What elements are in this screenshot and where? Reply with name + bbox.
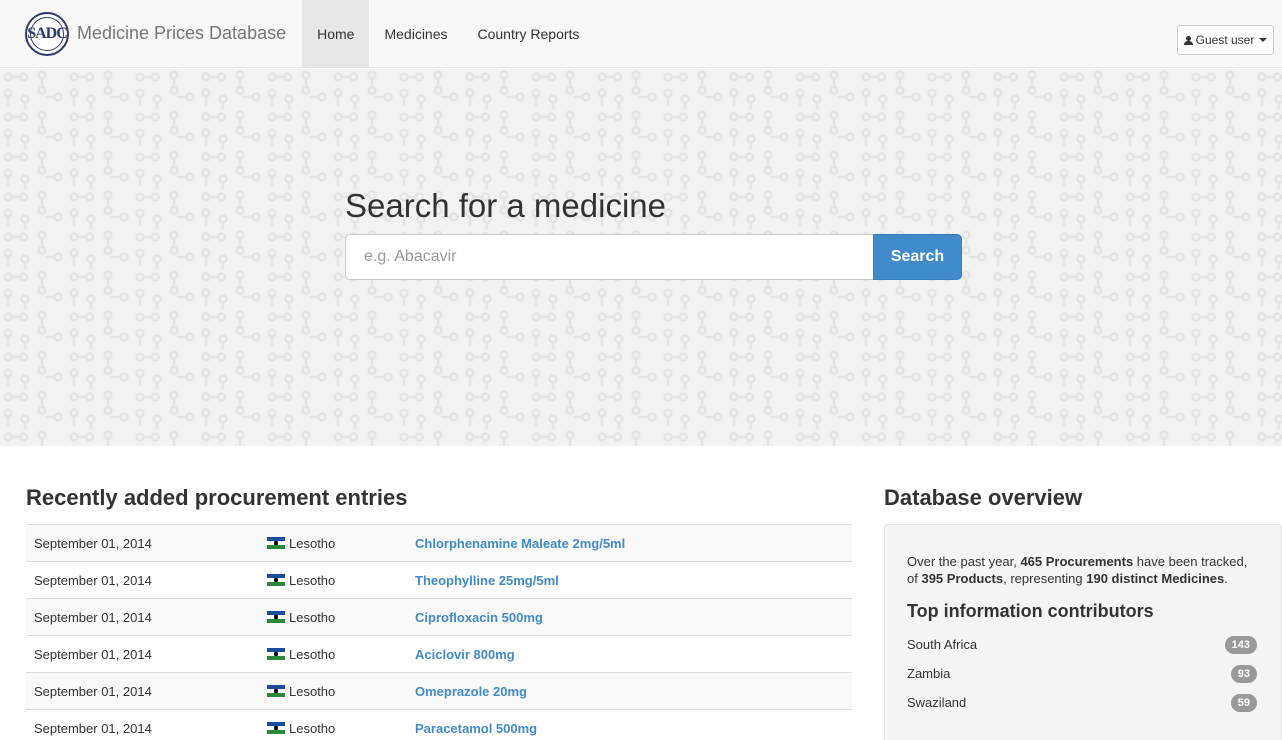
- brand-link[interactable]: SADC Medicine Prices Database: [0, 0, 302, 68]
- overview-title: Database overview: [884, 485, 1083, 510]
- entry-medicine-link[interactable]: Chlorphenamine Maleate 2mg/5ml: [407, 524, 852, 562]
- lesotho-flag-icon: [267, 721, 285, 734]
- country-name: Lesotho: [289, 646, 336, 662]
- country-name: Lesotho: [289, 720, 336, 736]
- country-name: Lesotho: [289, 683, 336, 699]
- entry-date: September 01, 2014: [26, 635, 259, 673]
- medicine-search-input[interactable]: [345, 234, 873, 280]
- entry-country: Lesotho: [259, 598, 407, 636]
- medicine-count: 190 distinct Medicines: [1086, 571, 1225, 586]
- country-name: Lesotho: [289, 609, 336, 625]
- entry-medicine-link[interactable]: Aciclovir 800mg: [407, 635, 852, 673]
- overview-summary: Over the past year, 465 Procurements hav…: [907, 553, 1257, 587]
- table-row: September 01, 2014 Lesotho Aciclovir 800…: [26, 635, 852, 673]
- contributors-title: Top information contributors: [907, 601, 1154, 621]
- procurement-count: 465 Procurements: [1020, 554, 1134, 569]
- nav-item-medicines[interactable]: Medicines: [369, 0, 462, 68]
- nav-item-home[interactable]: Home: [302, 0, 370, 68]
- main-nav: Home Medicines Country Reports: [302, 0, 594, 68]
- list-item: Swaziland 59: [907, 688, 1257, 717]
- nav-item-country-reports[interactable]: Country Reports: [463, 0, 595, 68]
- user-menu-button[interactable]: Guest user: [1177, 25, 1274, 55]
- navbar: SADC Medicine Prices Database Home Medic…: [0, 0, 1282, 68]
- table-row: September 01, 2014 Lesotho Ciprofloxacin…: [26, 598, 852, 636]
- user-icon: [1183, 35, 1193, 45]
- table-row: September 01, 2014 Lesotho Omeprazole 20…: [26, 672, 852, 710]
- contributor-country: Zambia: [907, 666, 951, 681]
- entry-date: September 01, 2014: [26, 672, 259, 710]
- lesotho-flag-icon: [267, 684, 285, 697]
- contributor-country: Swaziland: [907, 695, 967, 710]
- entry-country: Lesotho: [259, 635, 407, 673]
- product-count: 395 Products: [921, 571, 1004, 586]
- entry-country: Lesotho: [259, 709, 407, 740]
- recent-entries-table: September 01, 2014 Lesotho Chlorphenamin…: [26, 524, 852, 740]
- contributors-list: South Africa 143 Zambia 93 Swaziland 59: [907, 630, 1257, 717]
- contribution-count-badge: 143: [1224, 635, 1257, 654]
- caret-down-icon: [1259, 38, 1268, 42]
- list-item: South Africa 143: [907, 630, 1257, 659]
- entry-date: September 01, 2014: [26, 524, 259, 562]
- entry-medicine-link[interactable]: Omeprazole 20mg: [407, 672, 852, 710]
- lesotho-flag-icon: [267, 647, 285, 660]
- lesotho-flag-icon: [267, 610, 285, 623]
- contribution-count-badge: 93: [1230, 664, 1257, 683]
- brand-name: Medicine Prices Database: [77, 23, 287, 43]
- table-row: September 01, 2014 Lesotho Chlorphenamin…: [26, 524, 852, 562]
- contribution-count-badge: 59: [1230, 693, 1257, 712]
- entry-date: September 01, 2014: [26, 709, 259, 740]
- recent-entries-title: Recently added procurement entries: [26, 485, 408, 510]
- entry-date: September 01, 2014: [26, 561, 259, 599]
- search-button[interactable]: Search: [873, 234, 962, 280]
- search-hero: Search for a medicine Search: [0, 69, 1282, 446]
- country-name: Lesotho: [289, 572, 336, 588]
- entry-date: September 01, 2014: [26, 598, 259, 636]
- entry-medicine-link[interactable]: Paracetamol 500mg: [407, 709, 852, 740]
- table-row: September 01, 2014 Lesotho Paracetamol 5…: [26, 709, 852, 740]
- lesotho-flag-icon: [267, 573, 285, 586]
- entry-medicine-link[interactable]: Theophylline 25mg/5ml: [407, 561, 852, 599]
- list-item: Zambia 93: [907, 659, 1257, 688]
- lesotho-flag-icon: [267, 536, 285, 549]
- country-name: Lesotho: [289, 535, 336, 551]
- entry-country: Lesotho: [259, 524, 407, 562]
- logo-text: SADC: [27, 24, 68, 42]
- entry-country: Lesotho: [259, 672, 407, 710]
- summary-text: .: [1224, 571, 1228, 586]
- hero-title: Search for a medicine: [345, 187, 666, 224]
- sadc-logo-icon: SADC: [25, 11, 69, 56]
- overview-panel: Over the past year, 465 Procurements hav…: [884, 524, 1282, 740]
- summary-text: Over the past year,: [907, 554, 1021, 569]
- entry-medicine-link[interactable]: Ciprofloxacin 500mg: [407, 598, 852, 636]
- entry-country: Lesotho: [259, 561, 407, 599]
- table-row: September 01, 2014 Lesotho Theophylline …: [26, 561, 852, 599]
- contributor-country: South Africa: [907, 637, 978, 652]
- summary-text: , representing: [1003, 571, 1087, 586]
- user-menu-label: Guest user: [1195, 33, 1255, 47]
